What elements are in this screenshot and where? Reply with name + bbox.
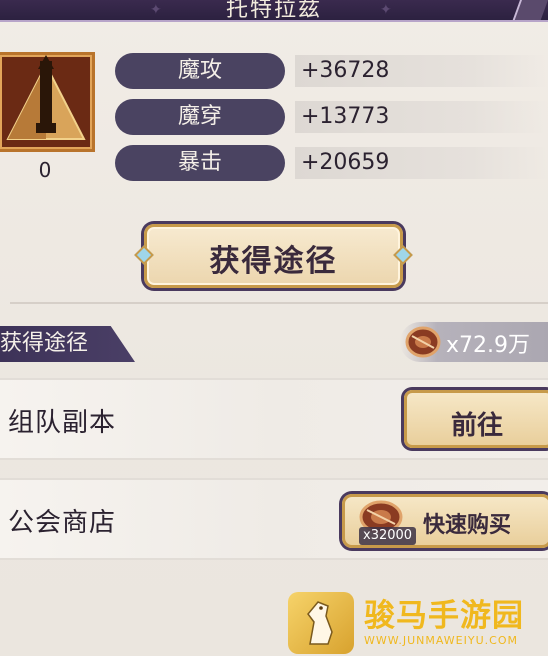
divider: [10, 302, 548, 304]
pyramid-spear-icon: [6, 55, 86, 140]
stat-value: +36728: [295, 55, 548, 87]
item-icon[interactable]: [0, 52, 95, 152]
stat-label: 暴击: [115, 145, 285, 181]
watermark-url: WWW.JUNMAWEIYU.COM: [364, 634, 518, 647]
quick-buy-label: 快速购买: [423, 513, 512, 538]
title-bar: ✦ ✦ 托特拉兹: [0, 0, 548, 22]
price-badge: x32000: [359, 527, 417, 545]
currency-amount: x72.9万: [446, 333, 531, 358]
obtain-button-label: 获得途径: [209, 244, 338, 279]
horse-logo-icon: [288, 592, 354, 654]
stat-label: 魔穿: [115, 99, 285, 135]
stat-label: 魔攻: [115, 53, 285, 89]
stat-row-critical: 暴击 +20659: [115, 145, 548, 181]
section-title: 获得途径: [0, 326, 135, 362]
stat-value: +20659: [295, 147, 548, 179]
source-row-team-dungeon: 组队副本 前往: [0, 378, 548, 460]
goto-button[interactable]: 前往: [404, 390, 548, 448]
goto-button-label: 前往: [450, 411, 503, 441]
watermark-brand: 骏马手游园: [364, 598, 524, 634]
source-row-guild-shop: 公会商店 x32000 快速购买: [0, 478, 548, 560]
watermark: 骏马手游园 WWW.JUNMAWEIYU.COM: [288, 590, 548, 656]
stat-row-magic-attack: 魔攻 +36728: [115, 53, 548, 89]
item-count: 0: [38, 158, 52, 182]
coin-icon: [405, 326, 441, 358]
quick-buy-button[interactable]: x32000 快速购买: [342, 494, 548, 548]
currency-display: x72.9万: [400, 322, 548, 362]
source-name: 组队副本: [8, 408, 117, 438]
stat-row-magic-penetration: 魔穿 +13773: [115, 99, 548, 135]
window-title: 托特拉兹: [225, 0, 322, 22]
stat-value: +13773: [295, 101, 548, 133]
obtain-button[interactable]: 获得途径: [134, 220, 413, 292]
source-name: 公会商店: [8, 508, 117, 538]
